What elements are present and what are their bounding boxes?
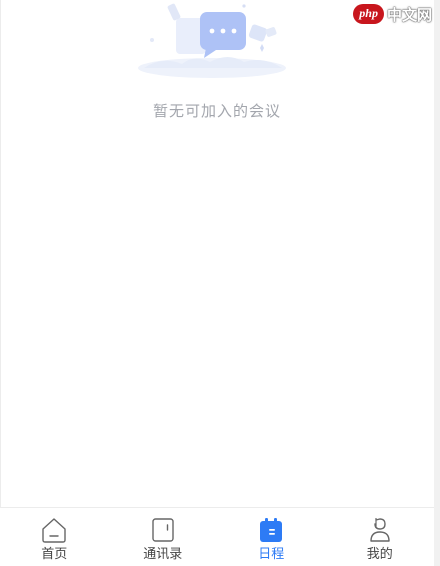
tab-contacts[interactable]: 通讯录 <box>109 508 218 566</box>
home-icon <box>42 518 66 543</box>
tab-schedule[interactable]: 日程 <box>217 508 326 566</box>
watermark-logo: php <box>353 4 384 24</box>
tab-home-label: 首页 <box>41 547 68 562</box>
tab-home[interactable]: 首页 <box>0 508 109 566</box>
profile-icon <box>370 518 390 542</box>
scrollbar[interactable] <box>434 0 440 566</box>
left-border <box>0 0 1 566</box>
tab-profile-label: 我的 <box>366 547 393 562</box>
calendar-icon <box>260 518 283 542</box>
tab-contacts-label: 通讯录 <box>143 547 183 562</box>
bottom-tab-bar: 首页 通讯录 日程 我的 <box>0 507 434 566</box>
empty-chat-illustration-icon <box>138 3 286 78</box>
meeting-page: 暂无可加入的会议 php 中文网 首页 通讯录 日程 我的 <box>0 0 440 566</box>
empty-message: 暂无可加入的会议 <box>152 102 281 120</box>
contacts-icon <box>152 518 174 542</box>
site-watermark: php 中文网 <box>353 3 432 25</box>
tab-schedule-label: 日程 <box>258 547 285 562</box>
watermark-text: 中文网 <box>386 5 432 24</box>
tab-profile[interactable]: 我的 <box>326 508 435 566</box>
